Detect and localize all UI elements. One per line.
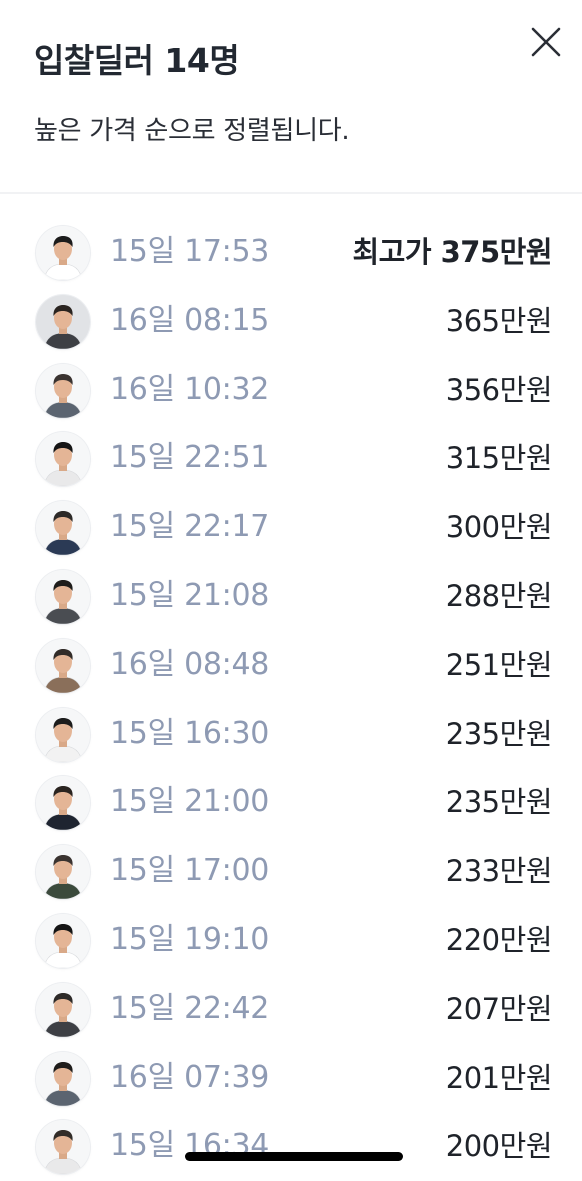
bid-time: 16일 08:15	[110, 302, 270, 338]
bid-amount: 365만원	[445, 303, 553, 338]
person-portrait-icon	[36, 294, 90, 349]
person-portrait-icon	[36, 1120, 90, 1175]
dealer-avatar	[36, 1120, 90, 1175]
person-portrait-icon	[36, 501, 90, 556]
bid-row[interactable]: 16일 07:39 201만원	[0, 1044, 582, 1113]
bid-row[interactable]: 15일 21:00 235만원	[0, 768, 582, 837]
bid-row[interactable]: 15일 16:34 200만원	[0, 1112, 582, 1181]
bid-row[interactable]: 15일 22:42 207만원	[0, 975, 582, 1044]
dealer-avatar	[36, 501, 90, 556]
dealer-avatar	[36, 638, 90, 693]
bid-amount: 356만원	[445, 372, 553, 407]
bid-amount: 200만원	[445, 1129, 553, 1164]
dealer-avatar	[36, 845, 90, 900]
bid-time: 15일 17:00	[110, 853, 270, 889]
bid-amount: 235만원	[445, 785, 553, 820]
dealer-avatar	[36, 363, 90, 418]
dealer-avatar	[36, 776, 90, 831]
bid-time: 15일 17:53	[110, 234, 270, 269]
page-title: 입찰딜러 14명	[34, 41, 240, 80]
bid-time: 16일 07:39	[110, 1059, 270, 1095]
bid-time: 15일 22:42	[110, 990, 270, 1026]
bid-row[interactable]: 15일 19:10 220만원	[0, 906, 582, 975]
bid-amount: 220만원	[445, 922, 553, 957]
bid-row[interactable]: 15일 22:17 300만원	[0, 493, 582, 562]
bid-amount: 300만원	[445, 510, 553, 545]
dealer-avatar	[36, 982, 90, 1037]
person-portrait-icon	[36, 432, 90, 487]
person-portrait-icon	[36, 226, 90, 280]
dealer-avatar	[36, 707, 90, 762]
person-portrait-icon	[36, 569, 90, 624]
dealer-avatar	[36, 294, 90, 349]
bid-time: 15일 21:08	[110, 577, 270, 613]
bid-amount: 251만원	[445, 647, 553, 682]
header-divider	[0, 192, 582, 194]
person-portrait-icon	[36, 845, 90, 900]
bid-amount: 233만원	[445, 854, 553, 889]
bid-time: 16일 08:48	[110, 646, 270, 682]
bid-amount: 201만원	[445, 1060, 553, 1095]
bid-time: 16일 10:32	[110, 371, 270, 407]
person-portrait-icon	[36, 913, 90, 968]
person-portrait-icon	[36, 638, 90, 693]
bid-row[interactable]: 15일 22:51 315만원	[0, 424, 582, 493]
bid-row[interactable]: 15일 17:53 최고가 375만원	[0, 218, 582, 287]
person-portrait-icon	[36, 707, 90, 762]
person-portrait-icon	[36, 776, 90, 831]
bid-time: 15일 22:51	[110, 440, 270, 476]
bid-row[interactable]: 16일 08:15 365만원	[0, 287, 582, 356]
home-indicator	[185, 1152, 403, 1161]
bid-dealers-header: 입찰딜러 14명 높은 가격 순으로 정렬됩니다.	[0, 0, 582, 192]
bid-list: 15일 17:53 최고가 375만원 16일 08:15 365만원 16일 …	[0, 218, 582, 1181]
dealer-avatar	[36, 1051, 90, 1106]
dealer-avatar	[36, 432, 90, 487]
bid-amount: 288만원	[445, 578, 553, 613]
bid-time: 15일 19:10	[110, 921, 270, 957]
bid-time: 15일 22:17	[110, 509, 270, 545]
bid-row[interactable]: 16일 10:32 356만원	[0, 356, 582, 425]
dealer-avatar	[36, 226, 90, 280]
bid-amount: 235만원	[445, 716, 553, 751]
bid-row[interactable]: 15일 17:00 233만원	[0, 837, 582, 906]
bid-time: 15일 16:30	[110, 715, 270, 751]
bid-time: 15일 21:00	[110, 784, 270, 820]
person-portrait-icon	[36, 1051, 90, 1106]
bid-amount: 207만원	[445, 991, 553, 1026]
dealer-avatar	[36, 569, 90, 624]
bid-row[interactable]: 15일 21:08 288만원	[0, 562, 582, 631]
dealer-avatar	[36, 913, 90, 968]
sort-description: 높은 가격 순으로 정렬됩니다.	[34, 116, 350, 146]
bid-amount: 315만원	[445, 441, 553, 476]
bid-row[interactable]: 16일 08:48 251만원	[0, 631, 582, 700]
close-button[interactable]	[522, 20, 570, 68]
person-portrait-icon	[36, 363, 90, 418]
close-icon	[531, 27, 561, 57]
bid-row[interactable]: 15일 16:30 235만원	[0, 700, 582, 769]
person-portrait-icon	[36, 982, 90, 1037]
bid-amount-highest: 최고가 375만원	[352, 235, 552, 269]
